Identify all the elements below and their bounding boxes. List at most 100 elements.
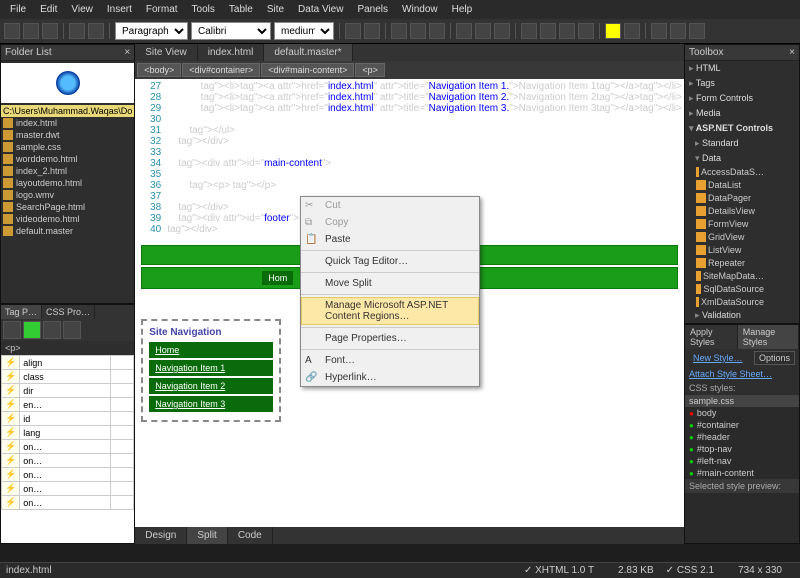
size-select[interactable]: medium <box>274 22 334 40</box>
image-button[interactable] <box>670 23 686 39</box>
options-button[interactable]: Options <box>754 351 795 365</box>
file-item[interactable]: videodemo.html <box>1 213 134 225</box>
menu-window[interactable]: Window <box>396 2 444 17</box>
toolbox-category[interactable]: Data <box>685 151 799 166</box>
nav-item[interactable]: Navigation Item 2 <box>149 378 273 394</box>
css-file[interactable]: sample.css <box>685 395 799 407</box>
css-rule[interactable]: #top-nav <box>685 443 799 455</box>
view-tab-code[interactable]: Code <box>228 527 273 544</box>
tag-row[interactable]: ⚡on… <box>2 482 134 496</box>
menu-file[interactable]: File <box>4 2 32 17</box>
view-tab-design[interactable]: Design <box>135 527 187 544</box>
context-menu-item[interactable]: Move Split <box>301 275 479 292</box>
align-right-button[interactable] <box>494 23 510 39</box>
tag-row[interactable]: ⚡on… <box>2 496 134 510</box>
tag-row[interactable]: ⚡on… <box>2 468 134 482</box>
toolbox-item[interactable]: FormView <box>695 218 765 230</box>
open-button[interactable] <box>23 23 39 39</box>
align-center-button[interactable] <box>475 23 491 39</box>
menu-tools[interactable]: Tools <box>186 2 221 17</box>
toolbox-item[interactable]: ListView <box>695 244 765 256</box>
highlight-button[interactable] <box>605 23 621 39</box>
numlist-button[interactable] <box>540 23 556 39</box>
breadcrumb-item[interactable]: <p> <box>355 63 385 77</box>
tag-btn[interactable] <box>3 321 21 339</box>
tag-btn[interactable] <box>63 321 81 339</box>
doc-tab[interactable]: default.master* <box>264 44 352 61</box>
tag-grid[interactable]: ⚡align⚡class⚡dir⚡en…⚡id⚡lang⚡on…⚡on…⚡on…… <box>1 355 134 543</box>
toolbox-item[interactable]: SqlDataSource <box>695 283 765 295</box>
nav-item[interactable]: Navigation Item 1 <box>149 360 273 376</box>
undo-button[interactable] <box>345 23 361 39</box>
tag-row[interactable]: ⚡lang <box>2 426 134 440</box>
toolbox-item[interactable]: DataPager <box>695 192 765 204</box>
context-menu-item[interactable]: Font…A <box>301 352 479 369</box>
outdent-button[interactable] <box>559 23 575 39</box>
toolbox-item[interactable]: DetailsView <box>695 205 765 217</box>
css-rule[interactable]: #main-content <box>685 467 799 479</box>
file-item[interactable]: worddemo.html <box>1 153 134 165</box>
style-tab[interactable]: Manage Styles <box>738 325 799 349</box>
toolbox-item[interactable]: DataList <box>695 179 765 191</box>
css-rule[interactable]: #container <box>685 419 799 431</box>
underline-button[interactable] <box>429 23 445 39</box>
toolbox-category[interactable]: Form Controls <box>685 91 799 106</box>
tag-row[interactable]: ⚡class <box>2 370 134 384</box>
menu-help[interactable]: Help <box>446 2 479 17</box>
menu-site[interactable]: Site <box>261 2 290 17</box>
link-button[interactable] <box>689 23 705 39</box>
css-rule[interactable]: #left-nav <box>685 455 799 467</box>
toolbox-category[interactable]: Media <box>685 106 799 121</box>
doc-tab[interactable]: Site View <box>135 44 198 61</box>
doc-tab[interactable]: index.html <box>198 44 265 61</box>
breadcrumb-item[interactable]: <div#container> <box>182 63 260 77</box>
color-button[interactable] <box>624 23 640 39</box>
preview-button[interactable] <box>69 23 85 39</box>
nav-item[interactable]: Navigation Item 3 <box>149 396 273 412</box>
menu-view[interactable]: View <box>65 2 99 17</box>
attach-stylesheet-link[interactable]: Attach Style Sheet… <box>685 367 799 381</box>
menu-format[interactable]: Format <box>140 2 184 17</box>
font-select[interactable]: Calibri <box>191 22 271 40</box>
context-menu-item[interactable]: Hyperlink…🔗 <box>301 369 479 386</box>
toolbox-category[interactable]: Tags <box>685 76 799 91</box>
breadcrumb-item[interactable]: <div#main-content> <box>261 63 354 77</box>
css-rule[interactable]: body <box>685 407 799 419</box>
tag-row[interactable]: ⚡dir <box>2 384 134 398</box>
file-item[interactable]: sample.css <box>1 141 134 153</box>
context-menu-item[interactable]: Paste📋 <box>301 231 479 248</box>
publish-button[interactable] <box>88 23 104 39</box>
file-item[interactable]: master.dwt <box>1 129 134 141</box>
context-menu-item[interactable]: Manage Microsoft ASP.NET Content Regions… <box>301 297 479 325</box>
toolbox-category[interactable]: Validation <box>685 308 799 323</box>
save-button[interactable] <box>42 23 58 39</box>
style-tab[interactable]: Apply Styles <box>685 325 738 349</box>
menu-insert[interactable]: Insert <box>101 2 138 17</box>
style-select[interactable]: Paragraph <box>115 22 188 40</box>
toolbox-item[interactable]: GridView <box>695 231 765 243</box>
align-left-button[interactable] <box>456 23 472 39</box>
bold-button[interactable] <box>391 23 407 39</box>
new-style-link[interactable]: New Style… <box>689 351 747 365</box>
tag-row[interactable]: ⚡id <box>2 412 134 426</box>
tag-row[interactable]: ⚡en… <box>2 398 134 412</box>
folder-path[interactable]: C:\Users\Muhammad.Waqas\Do <box>1 105 134 117</box>
file-item[interactable]: default.master <box>1 225 134 237</box>
tag-btn[interactable] <box>43 321 61 339</box>
tag-row[interactable]: ⚡align <box>2 356 134 370</box>
toolbox-category[interactable]: HTML <box>685 61 799 76</box>
file-item[interactable]: layoutdemo.html <box>1 177 134 189</box>
site-icon[interactable] <box>1 63 134 103</box>
file-item[interactable]: index_2.html <box>1 165 134 177</box>
context-menu-item[interactable]: Quick Tag Editor… <box>301 253 479 270</box>
tag-tab[interactable]: Tag P… <box>1 305 42 319</box>
menu-panels[interactable]: Panels <box>351 2 394 17</box>
italic-button[interactable] <box>410 23 426 39</box>
close-icon[interactable]: × <box>124 47 130 58</box>
list-button[interactable] <box>521 23 537 39</box>
file-item[interactable]: logo.wmv <box>1 189 134 201</box>
tag-tab[interactable]: CSS Pro… <box>42 305 95 319</box>
menu-edit[interactable]: Edit <box>34 2 63 17</box>
view-tab-split[interactable]: Split <box>187 527 227 544</box>
menu-table[interactable]: Table <box>223 2 259 17</box>
